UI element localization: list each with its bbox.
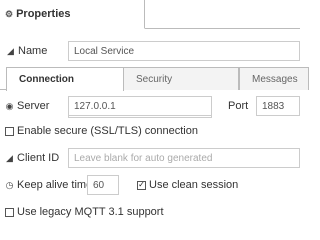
- legacy-checkbox[interactable]: [5, 207, 14, 217]
- server-row: ◉ Server: [5, 99, 50, 113]
- port-input-value: 1883: [262, 100, 285, 112]
- server-input[interactable]: 127.0.0.1: [68, 96, 212, 116]
- server-label: Server: [17, 100, 50, 112]
- globe-icon: ◉: [5, 100, 14, 111]
- client-id-placeholder: Leave blank for auto generated: [74, 152, 213, 164]
- keepalive-input-value: 60: [93, 179, 105, 191]
- clean-session-checkbox[interactable]: ✓: [137, 180, 146, 190]
- clock-icon: ◷: [5, 179, 14, 190]
- tab-messages-label: Messages: [252, 73, 298, 85]
- client-id-input[interactable]: Leave blank for auto generated: [68, 148, 300, 168]
- tag-icon: ◢: [6, 152, 13, 163]
- tls-row: Enable secure (SSL/TLS) connection: [5, 124, 198, 138]
- port-row: Port: [228, 99, 248, 113]
- properties-tab-strip: ⚙ Properties: [0, 0, 300, 29]
- name-row: ◢ Name: [6, 44, 47, 58]
- tab-properties[interactable]: ⚙ Properties: [0, 0, 145, 29]
- name-input[interactable]: Local Service: [68, 41, 300, 61]
- name-input-value: Local Service: [74, 45, 135, 57]
- port-label: Port: [228, 100, 249, 112]
- client-id-row: ◢ Client ID: [5, 151, 59, 165]
- properties-panel: ⚙ Properties ◢ Name Local Service Connec…: [0, 0, 309, 223]
- clean-session-row: ✓ Use clean session: [137, 178, 238, 192]
- legacy-label: Use legacy MQTT 3.1 support: [17, 206, 164, 218]
- tab-connection[interactable]: Connection: [6, 67, 124, 91]
- tab-security-label: Security: [136, 73, 173, 85]
- config-tabs: Connection Security Messages: [0, 66, 309, 91]
- keepalive-input[interactable]: 60: [87, 175, 119, 195]
- tls-label: Enable secure (SSL/TLS) connection: [17, 125, 198, 137]
- name-label: Name: [18, 45, 48, 57]
- legacy-row: Use legacy MQTT 3.1 support: [5, 205, 164, 219]
- tab-properties-label: Properties: [16, 8, 71, 20]
- port-input[interactable]: 1883: [256, 96, 300, 116]
- server-input-value: 127.0.0.1: [74, 100, 116, 112]
- tls-checkbox[interactable]: [5, 126, 14, 136]
- client-id-label: Client ID: [17, 152, 60, 164]
- tag-icon: ◢: [7, 45, 14, 56]
- clean-session-label: Use clean session: [149, 179, 239, 191]
- tab-messages[interactable]: Messages: [239, 67, 309, 90]
- gear-icon: ⚙: [5, 8, 14, 19]
- tab-connection-label: Connection: [19, 74, 74, 85]
- tab-security[interactable]: Security: [123, 67, 239, 90]
